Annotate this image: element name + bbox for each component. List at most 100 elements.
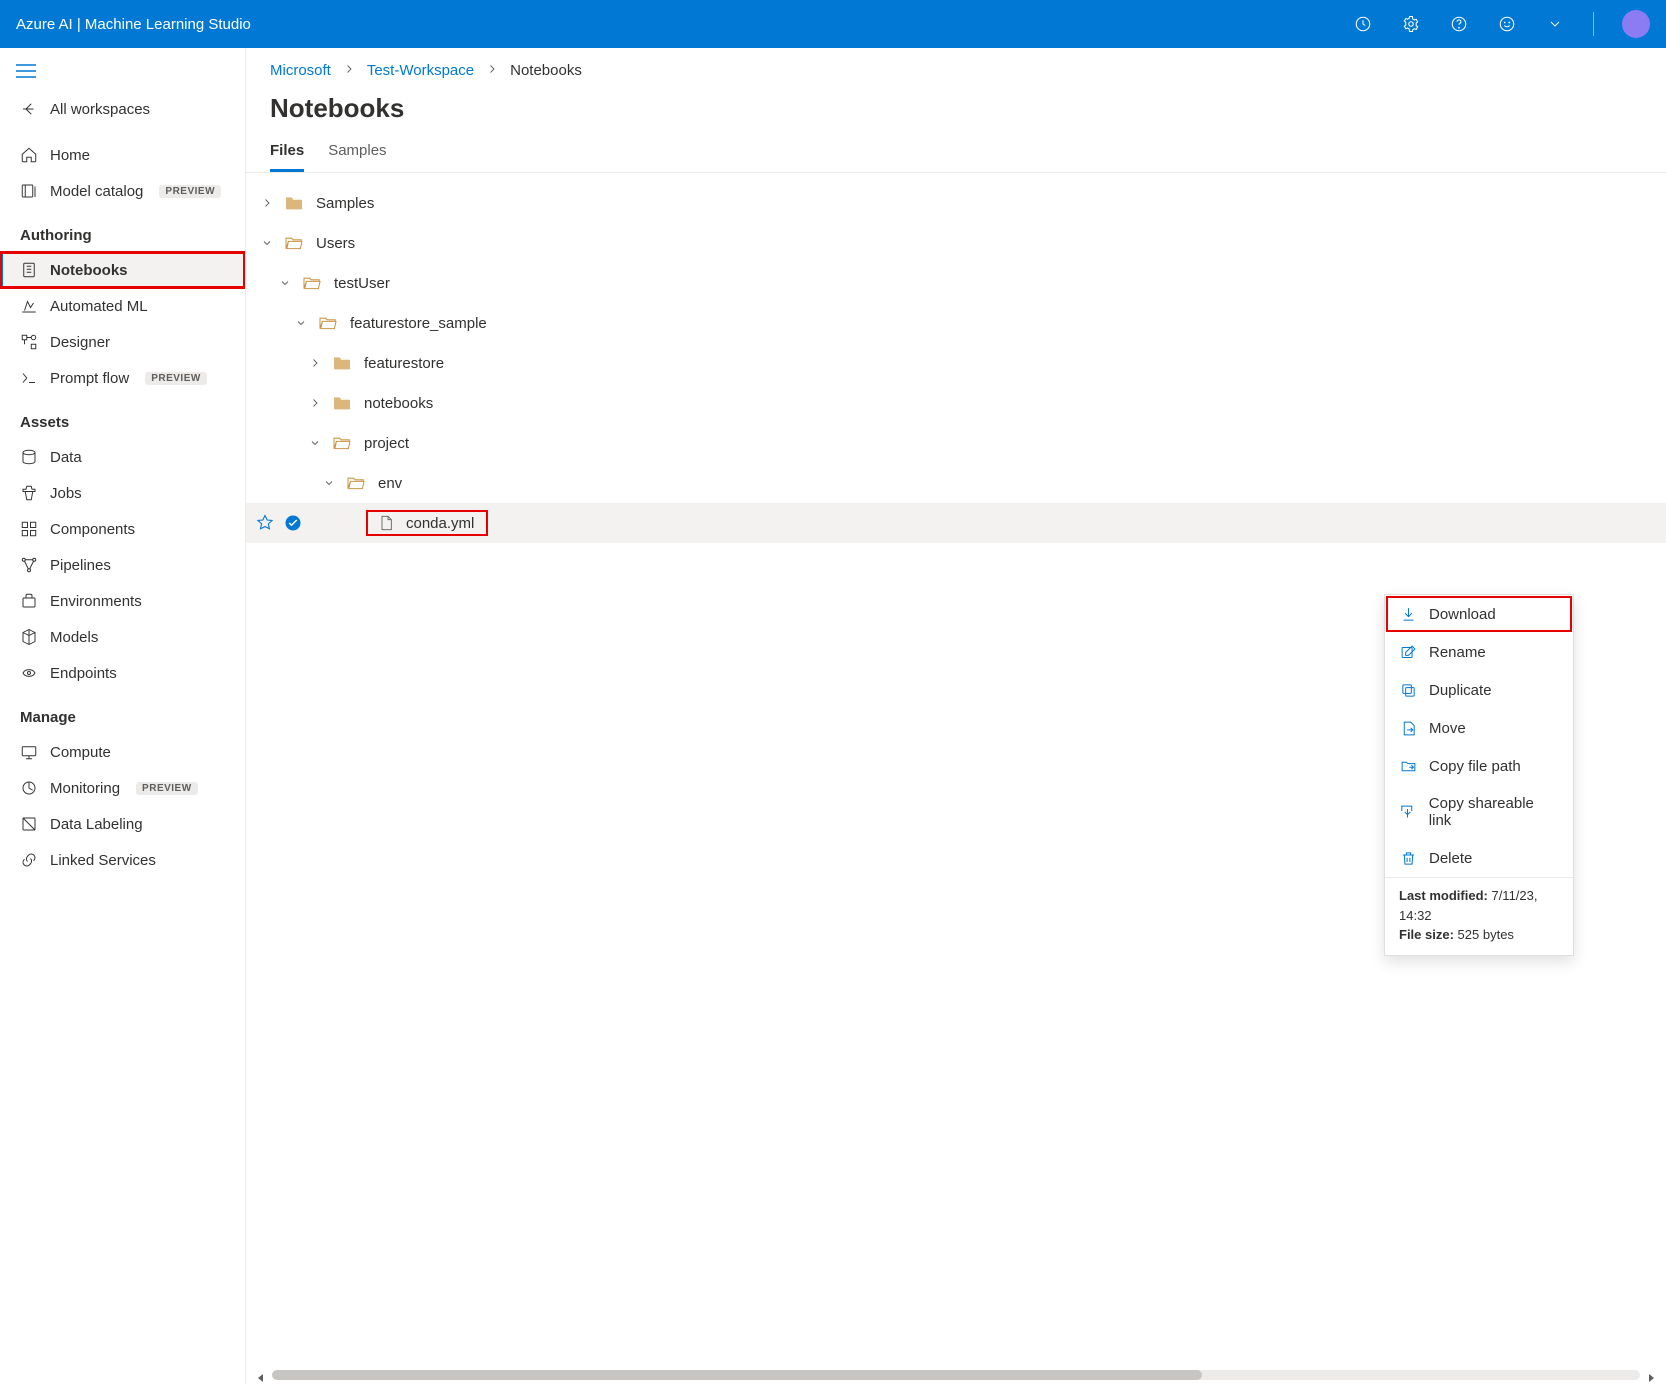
- tree-label: featurestore_sample: [350, 315, 487, 332]
- star-icon[interactable]: [256, 514, 274, 532]
- sidebar-pipelines[interactable]: Pipelines: [0, 547, 245, 583]
- environments-icon: [20, 592, 38, 610]
- tree-label: testUser: [334, 275, 390, 292]
- sidebar-environments[interactable]: Environments: [0, 583, 245, 619]
- tree-featurestore-sample[interactable]: featurestore_sample: [246, 303, 1666, 343]
- menu-download[interactable]: Download: [1385, 595, 1573, 633]
- sidebar-model-catalog-label: Model catalog: [50, 183, 143, 200]
- tree-featurestore[interactable]: featurestore: [246, 343, 1666, 383]
- horizontal-scrollbar[interactable]: [256, 1368, 1656, 1382]
- folder-icon: [332, 355, 352, 371]
- folder-icon: [284, 195, 304, 211]
- menu-toggle-icon[interactable]: [0, 56, 245, 91]
- sidebar-data[interactable]: Data: [0, 439, 245, 475]
- menu-rename-label: Rename: [1429, 644, 1486, 661]
- pipelines-icon: [20, 556, 38, 574]
- chevron-right-icon[interactable]: [304, 397, 326, 409]
- sidebar-components[interactable]: Components: [0, 511, 245, 547]
- sidebar-notebooks[interactable]: Notebooks: [0, 252, 245, 288]
- file-icon: [378, 514, 394, 532]
- menu-copy-link[interactable]: Copy shareable link: [1385, 785, 1573, 839]
- preview-badge: PREVIEW: [159, 185, 221, 198]
- menu-rename[interactable]: Rename: [1385, 633, 1573, 671]
- copy-path-icon: [1399, 757, 1417, 775]
- menu-move[interactable]: Move: [1385, 709, 1573, 747]
- sidebar-linked-label: Linked Services: [50, 852, 156, 869]
- sidebar-data-label: Data: [50, 449, 82, 466]
- sidebar-jobs[interactable]: Jobs: [0, 475, 245, 511]
- file-size-label: File size:: [1399, 927, 1454, 942]
- sidebar-automated-ml[interactable]: Automated ML: [0, 288, 245, 324]
- recent-icon[interactable]: [1353, 14, 1373, 34]
- breadcrumb-microsoft[interactable]: Microsoft: [270, 62, 331, 79]
- tab-samples[interactable]: Samples: [328, 142, 386, 172]
- sidebar-notebooks-label: Notebooks: [50, 262, 128, 279]
- last-modified-label: Last modified:: [1399, 888, 1488, 903]
- scroll-right-icon[interactable]: [1646, 1370, 1656, 1380]
- chevron-down-icon[interactable]: [304, 437, 326, 449]
- menu-duplicate[interactable]: Duplicate: [1385, 671, 1573, 709]
- menu-footer: Last modified: 7/11/23, 14:32 File size:…: [1385, 877, 1573, 955]
- tree-testuser[interactable]: testUser: [246, 263, 1666, 303]
- move-icon: [1399, 719, 1417, 737]
- chevron-right-icon: [486, 62, 498, 79]
- chevron-right-icon: [343, 62, 355, 79]
- tree-project[interactable]: project: [246, 423, 1666, 463]
- duplicate-icon: [1399, 681, 1417, 699]
- tree-notebooks-folder[interactable]: notebooks: [246, 383, 1666, 423]
- settings-icon[interactable]: [1401, 14, 1421, 34]
- notebook-icon: [20, 261, 38, 279]
- chevron-right-icon[interactable]: [304, 357, 326, 369]
- tree-env[interactable]: env: [246, 463, 1666, 503]
- tree-label: Samples: [316, 195, 374, 212]
- sidebar-model-catalog[interactable]: Model catalog PREVIEW: [0, 173, 245, 209]
- tree-users[interactable]: Users: [246, 223, 1666, 263]
- section-authoring: Authoring: [0, 209, 245, 252]
- file-size-value: 525 bytes: [1458, 927, 1514, 942]
- menu-move-label: Move: [1429, 720, 1466, 737]
- main-content: Microsoft Test-Workspace Notebooks Noteb…: [246, 48, 1666, 1384]
- menu-copy-path[interactable]: Copy file path: [1385, 747, 1573, 785]
- user-avatar[interactable]: [1622, 10, 1650, 38]
- sidebar-home[interactable]: Home: [0, 137, 245, 173]
- tree-label: env: [378, 475, 402, 492]
- scroll-thumb[interactable]: [272, 1370, 1202, 1380]
- sidebar-compute[interactable]: Compute: [0, 734, 245, 770]
- tree-label: Users: [316, 235, 355, 252]
- chevron-down-icon[interactable]: [274, 277, 296, 289]
- sidebar-monitoring[interactable]: Monitoring PREVIEW: [0, 770, 245, 806]
- linked-icon: [20, 851, 38, 869]
- tree-label: featurestore: [364, 355, 444, 372]
- feedback-icon[interactable]: [1497, 14, 1517, 34]
- breadcrumb-current: Notebooks: [510, 62, 582, 79]
- sidebar-endpoints[interactable]: Endpoints: [0, 655, 245, 691]
- chevron-down-icon[interactable]: [318, 477, 340, 489]
- scroll-track[interactable]: [272, 1370, 1640, 1380]
- tab-files[interactable]: Files: [270, 142, 304, 172]
- chevron-down-icon[interactable]: [256, 237, 278, 249]
- sidebar-data-labeling[interactable]: Data Labeling: [0, 806, 245, 842]
- tree-conda-file[interactable]: conda.yml: [246, 503, 1666, 543]
- sidebar-prompt-flow[interactable]: Prompt flow PREVIEW: [0, 360, 245, 396]
- delete-icon: [1399, 849, 1417, 867]
- breadcrumb-workspace[interactable]: Test-Workspace: [367, 62, 474, 79]
- scroll-left-icon[interactable]: [256, 1370, 266, 1380]
- sidebar-designer[interactable]: Designer: [0, 324, 245, 360]
- sidebar-automl-label: Automated ML: [50, 298, 148, 315]
- chevron-right-icon[interactable]: [256, 197, 278, 209]
- help-icon[interactable]: [1449, 14, 1469, 34]
- tree-samples[interactable]: Samples: [246, 183, 1666, 223]
- sidebar-home-label: Home: [50, 147, 90, 164]
- chevron-down-icon[interactable]: [290, 317, 312, 329]
- section-manage: Manage: [0, 691, 245, 734]
- chevron-down-icon[interactable]: [1545, 14, 1565, 34]
- sidebar-models[interactable]: Models: [0, 619, 245, 655]
- sidebar-linked-services[interactable]: Linked Services: [0, 842, 245, 878]
- menu-delete-label: Delete: [1429, 850, 1472, 867]
- sidebar-designer-label: Designer: [50, 334, 110, 351]
- top-bar: Azure AI | Machine Learning Studio: [0, 0, 1666, 48]
- all-workspaces-link[interactable]: All workspaces: [0, 91, 245, 127]
- folder-open-icon: [332, 435, 352, 451]
- menu-delete[interactable]: Delete: [1385, 839, 1573, 877]
- jobs-icon: [20, 484, 38, 502]
